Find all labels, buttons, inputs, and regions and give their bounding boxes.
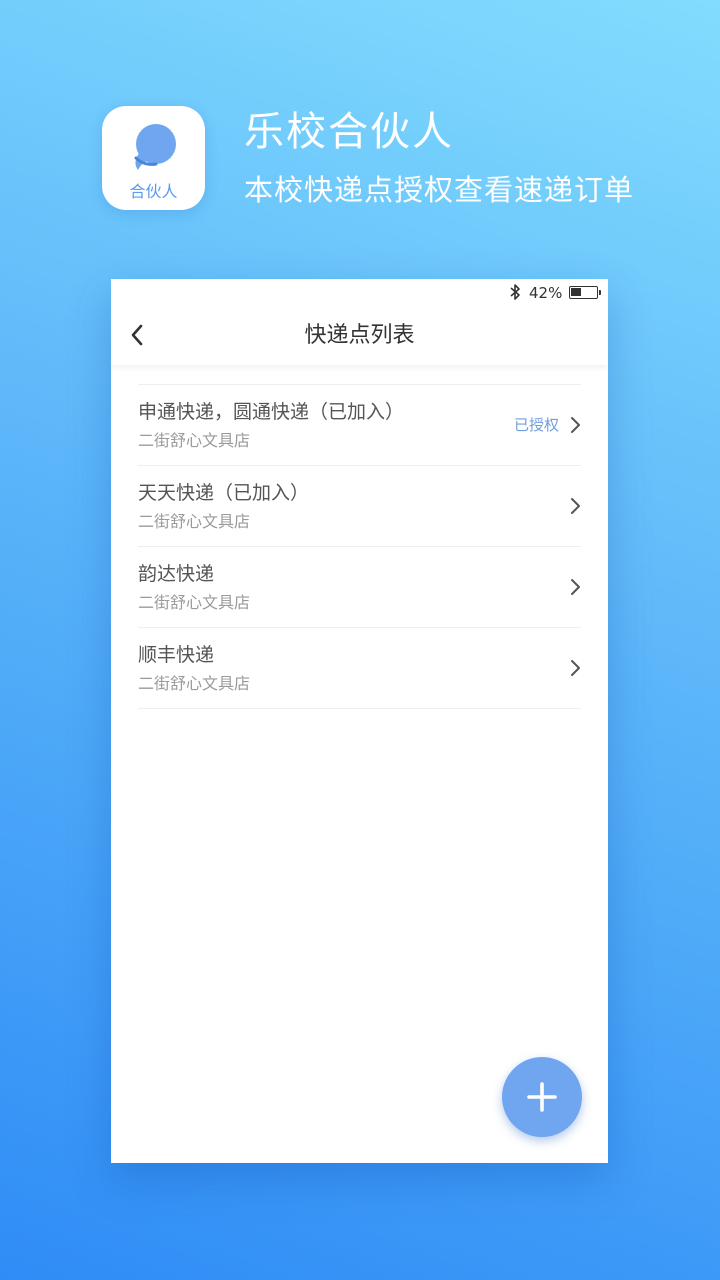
authorized-badge: 已授权	[513, 416, 559, 434]
item-title: 申通快递，圆通快递（已加入）	[138, 401, 405, 423]
bluetooth-icon	[510, 284, 520, 300]
status-bar: 42%	[111, 279, 608, 307]
chevron-right-icon	[571, 660, 580, 676]
item-subtitle: 二街舒心文具店	[138, 674, 251, 693]
list-item[interactable]: 顺丰快递 二街舒心文具店	[138, 628, 581, 709]
promo-title: 乐校合伙人	[244, 109, 454, 155]
promo-subtitle: 本校快递点授权查看速递订单	[244, 173, 635, 207]
express-point-list: 申通快递，圆通快递（已加入） 二街舒心文具店 已授权 天天快递（已加入） 二街舒…	[138, 384, 581, 709]
phone-screen: 42% 快递点列表 申通快递，圆通快递（已加入） 二街舒心文具店 已授权 天天快…	[111, 279, 608, 1163]
item-subtitle: 二街舒心文具店	[138, 593, 251, 612]
add-button[interactable]	[502, 1057, 582, 1137]
chevron-right-icon	[571, 579, 580, 595]
nav-bar: 快递点列表	[111, 307, 608, 365]
list-item[interactable]: 申通快递，圆通快递（已加入） 二街舒心文具店 已授权	[138, 385, 581, 466]
battery-percent: 42%	[529, 284, 563, 302]
battery-icon	[569, 286, 601, 299]
chevron-right-icon	[571, 417, 580, 433]
item-subtitle: 二街舒心文具店	[138, 512, 251, 531]
chevron-right-icon	[571, 498, 580, 514]
item-subtitle: 二街舒心文具店	[138, 431, 251, 450]
list-item[interactable]: 韵达快递 二街舒心文具店	[138, 547, 581, 628]
app-logo: 合伙人	[102, 106, 205, 210]
item-title: 顺丰快递	[138, 644, 215, 666]
page-title: 快递点列表	[304, 323, 415, 348]
chat-bubble-icon	[134, 124, 176, 170]
item-title: 天天快递（已加入）	[138, 482, 310, 504]
item-title: 韵达快递	[138, 563, 215, 585]
plus-icon	[527, 1082, 557, 1112]
list-item[interactable]: 天天快递（已加入） 二街舒心文具店	[138, 466, 581, 547]
app-icon-label: 合伙人	[129, 182, 178, 201]
battery-fill	[571, 288, 581, 296]
